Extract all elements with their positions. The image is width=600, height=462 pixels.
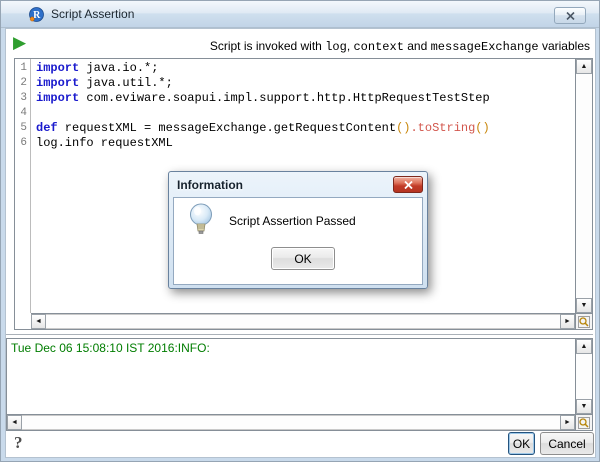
log-panel: Tue Dec 06 15:08:10 IST 2016:INFO: ▲ ▼ ◄…: [6, 338, 593, 431]
soapui-logo-icon: R: [29, 6, 44, 22]
information-dialog: Information Script Assertion Passed OK: [168, 171, 428, 289]
editor-magnifier-button[interactable]: [575, 313, 592, 329]
help-icon[interactable]: ?: [14, 433, 23, 453]
line-number: 6: [20, 137, 27, 149]
scroll-down-icon[interactable]: ▼: [576, 399, 592, 414]
window-titlebar[interactable]: R Script Assertion: [1, 1, 599, 28]
code-line: def requestXML = messageExchange.getRequ…: [36, 121, 490, 135]
code-line: import java.io.*;: [36, 61, 159, 75]
information-dialog-body: Script Assertion Passed OK: [173, 197, 423, 285]
line-number-gutter: 1 2 3 4 5 6: [15, 59, 31, 313]
information-dialog-title: Information: [177, 177, 243, 192]
scroll-up-icon[interactable]: ▲: [576, 59, 592, 74]
information-dialog-close-button[interactable]: [393, 176, 423, 193]
scroll-up-icon[interactable]: ▲: [576, 339, 592, 354]
information-dialog-ok-button[interactable]: OK: [271, 247, 335, 270]
log-magnifier-button[interactable]: [575, 414, 592, 430]
close-icon: [565, 11, 575, 20]
window-close-button[interactable]: [554, 7, 586, 24]
line-number: 2: [20, 77, 27, 89]
editor-hscroll-track[interactable]: [46, 314, 560, 329]
log-vscroll-track[interactable]: [576, 354, 592, 399]
log-vertical-scrollbar[interactable]: ▲ ▼: [575, 339, 592, 414]
script-variables-hint: Script is invoked with log, context and …: [209, 39, 590, 54]
information-dialog-message: Script Assertion Passed: [229, 214, 356, 228]
scroll-right-icon[interactable]: ►: [560, 314, 575, 329]
line-number: 3: [20, 92, 27, 104]
script-assertion-window: R Script Assertion ▶ Script is invoked w…: [0, 0, 600, 462]
information-dialog-titlebar[interactable]: Information: [173, 172, 423, 197]
editor-vscroll-track[interactable]: [576, 74, 592, 298]
light-bulb-icon: [190, 203, 212, 234]
editor-vertical-scrollbar[interactable]: ▲ ▼: [575, 59, 592, 313]
line-number: 5: [20, 122, 27, 134]
log-horizontal-scrollbar[interactable]: ◄ ►: [7, 414, 575, 430]
log-hscroll-track[interactable]: [22, 415, 560, 430]
scroll-right-icon[interactable]: ►: [560, 415, 575, 430]
line-number: 4: [20, 107, 27, 119]
code-line: log.info requestXML: [36, 136, 173, 150]
code-line: import com.eviware.soapui.impl.support.h…: [36, 91, 490, 105]
ok-button[interactable]: OK: [508, 432, 535, 455]
split-divider[interactable]: [6, 334, 593, 335]
close-icon: [403, 180, 413, 189]
magnifier-icon: [578, 315, 590, 328]
scroll-down-icon[interactable]: ▼: [576, 298, 592, 313]
line-number: 1: [20, 62, 27, 74]
log-entry[interactable]: Tue Dec 06 15:08:10 IST 2016:INFO:: [7, 339, 575, 414]
magnifier-icon: [578, 416, 590, 429]
editor-horizontal-scrollbar[interactable]: ◄ ►: [31, 313, 575, 329]
scroll-left-icon[interactable]: ◄: [7, 415, 22, 430]
code-line: import java.util.*;: [36, 76, 173, 90]
cancel-button[interactable]: Cancel: [540, 432, 594, 455]
scroll-left-icon[interactable]: ◄: [31, 314, 46, 329]
run-script-icon[interactable]: ▶: [13, 33, 26, 53]
window-title: Script Assertion: [51, 7, 135, 21]
